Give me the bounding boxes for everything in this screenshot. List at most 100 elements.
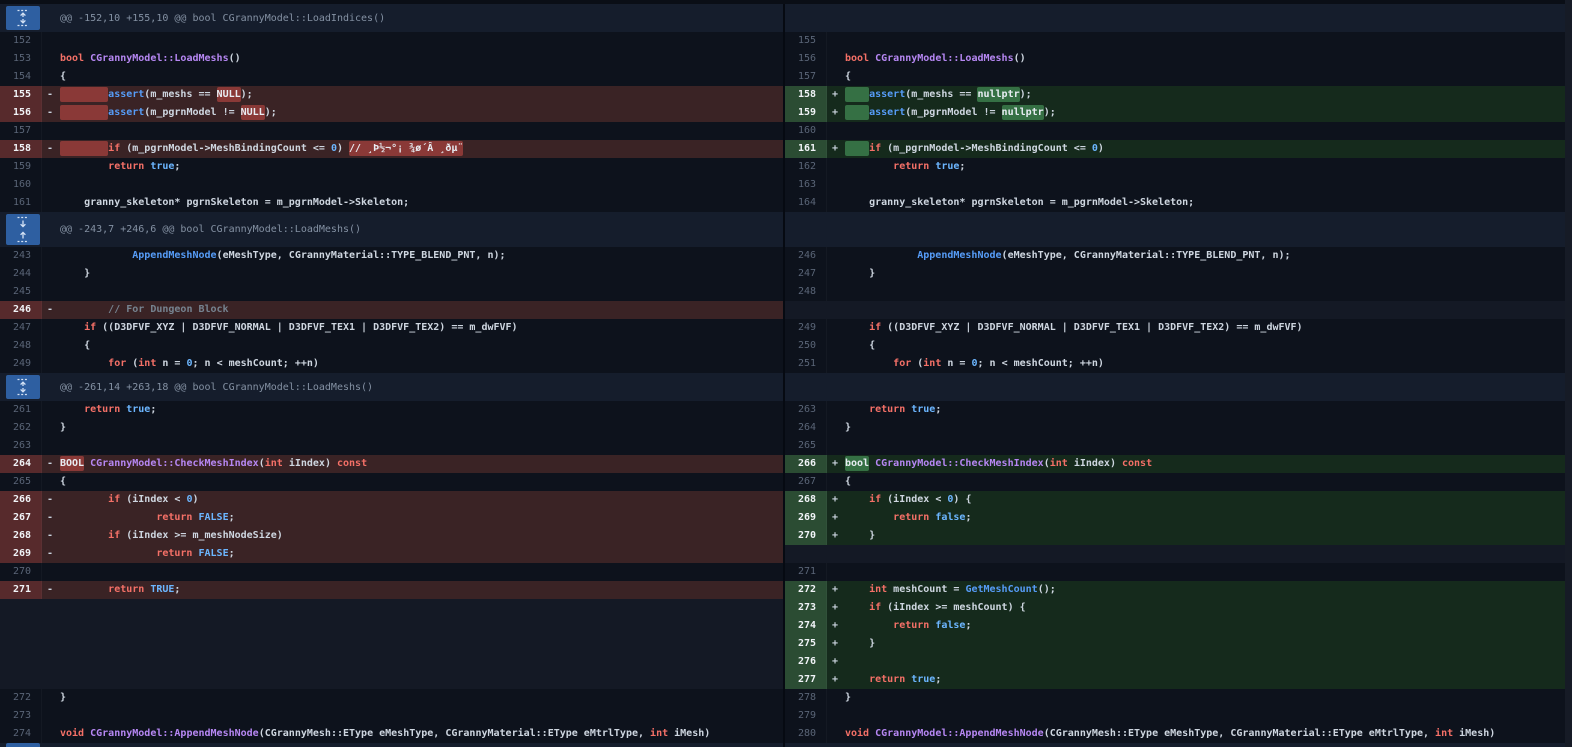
line-number[interactable]: 278 — [785, 689, 827, 707]
line-number[interactable]: 266 — [785, 455, 827, 473]
line-number[interactable]: 153 — [0, 50, 42, 68]
line-number[interactable]: 264 — [785, 419, 827, 437]
expand-up-down-icon — [17, 378, 29, 396]
marker — [42, 419, 60, 437]
line-number[interactable]: 162 — [785, 158, 827, 176]
diff-row-old: 270 — [0, 563, 783, 581]
line-number[interactable]: 159 — [785, 104, 827, 122]
line-number[interactable]: 274 — [785, 617, 827, 635]
line-number[interactable]: 272 — [0, 689, 42, 707]
expand-hunk-button[interactable] — [6, 743, 40, 747]
diff-row-new: 272 + int meshCount = GetMeshCount(); — [785, 581, 1572, 599]
addition-marker: + — [827, 104, 845, 122]
line-number[interactable]: 158 — [785, 86, 827, 104]
line-number[interactable]: 163 — [785, 176, 827, 194]
line-number[interactable]: 268 — [785, 491, 827, 509]
diff-row-new: 266 + bool CGrannyModel::CheckMeshIndex(in… — [785, 455, 1572, 473]
line-number[interactable]: 267 — [785, 473, 827, 491]
line-number[interactable]: 263 — [0, 437, 42, 455]
marker — [827, 50, 845, 68]
diff-row-new: 280 void CGrannyModel::AppendMeshNode(CGr… — [785, 725, 1572, 743]
line-number[interactable]: 159 — [0, 158, 42, 176]
marker — [42, 122, 60, 140]
line-number[interactable]: 280 — [785, 725, 827, 743]
line-number[interactable]: 251 — [785, 355, 827, 373]
scrollbar-track[interactable] — [1565, 0, 1572, 747]
code-line: for (int n = 0; n < meshCount; ++n) — [893, 358, 1104, 369]
expand-hunk-button[interactable] — [6, 6, 40, 30]
line-number[interactable]: 157 — [785, 68, 827, 86]
line-number[interactable]: 245 — [0, 283, 42, 301]
line-number[interactable]: 154 — [0, 68, 42, 86]
line-number[interactable]: 243 — [0, 247, 42, 265]
line-number[interactable]: 279 — [785, 707, 827, 725]
deletion-marker: - — [42, 140, 60, 158]
line-number[interactable]: 273 — [785, 599, 827, 617]
line-number[interactable]: 270 — [785, 527, 827, 545]
line-number[interactable]: 264 — [0, 455, 42, 473]
line-number[interactable]: 249 — [0, 355, 42, 373]
line-number[interactable]: 250 — [785, 337, 827, 355]
expand-hunk-button[interactable] — [6, 375, 40, 399]
line-number[interactable]: 249 — [785, 319, 827, 337]
diff-row-new: 279 — [785, 707, 1572, 725]
diff-row-old: 274 void CGrannyModel::AppendMeshNode(CGr… — [0, 725, 783, 743]
line-number[interactable]: 155 — [0, 86, 42, 104]
line-number[interactable]: 160 — [785, 122, 827, 140]
diff-row-old: 159 return true; — [0, 158, 783, 176]
line-number[interactable]: 268 — [0, 527, 42, 545]
diff-row-old: 263 — [0, 437, 783, 455]
line-number[interactable]: 156 — [0, 104, 42, 122]
line-number[interactable]: 273 — [0, 707, 42, 725]
line-number[interactable]: 276 — [785, 653, 827, 671]
line-number[interactable]: 267 — [0, 509, 42, 527]
line-number[interactable]: 274 — [0, 725, 42, 743]
code-line: if (m_pgrnModel->MeshBindingCount <= 0) — [845, 140, 1572, 158]
expand-hunk-button[interactable] — [6, 214, 40, 245]
line-number[interactable]: 164 — [785, 194, 827, 212]
line-number[interactable]: 158 — [0, 140, 42, 158]
line-number[interactable]: 265 — [785, 437, 827, 455]
line-number[interactable]: 266 — [0, 491, 42, 509]
line-number[interactable]: 246 — [785, 247, 827, 265]
line-number[interactable]: 271 — [0, 581, 42, 599]
line-number[interactable]: 269 — [0, 545, 42, 563]
line-number — [785, 545, 827, 563]
code-line: void CGrannyModel::AppendMeshNode(CGrann… — [845, 728, 1496, 739]
code-line: { — [60, 476, 67, 487]
line-number[interactable]: 155 — [785, 32, 827, 50]
marker — [42, 725, 60, 743]
diff-row-old: 262} — [0, 419, 783, 437]
line-number[interactable]: 160 — [0, 176, 42, 194]
line-number[interactable]: 244 — [0, 265, 42, 283]
marker — [827, 545, 845, 563]
line-number[interactable]: 247 — [0, 319, 42, 337]
diff-row-old: 160 — [0, 176, 783, 194]
line-number[interactable]: 261 — [0, 401, 42, 419]
line-number[interactable]: 272 — [785, 581, 827, 599]
line-number[interactable]: 161 — [785, 140, 827, 158]
line-number[interactable]: 263 — [785, 401, 827, 419]
line-number[interactable]: 277 — [785, 671, 827, 689]
line-number[interactable]: 271 — [785, 563, 827, 581]
line-number[interactable]: 161 — [0, 194, 42, 212]
line-number[interactable]: 157 — [0, 122, 42, 140]
line-number[interactable]: 270 — [0, 563, 42, 581]
line-number[interactable]: 248 — [0, 337, 42, 355]
code-line — [60, 635, 783, 653]
diff-row-old: 246- // For Dungeon Block — [0, 301, 783, 319]
line-number[interactable]: 269 — [785, 509, 827, 527]
addition-marker: + — [827, 491, 845, 509]
line-number[interactable]: 262 — [0, 419, 42, 437]
addition-marker: + — [827, 653, 845, 671]
line-number[interactable]: 246 — [0, 301, 42, 319]
line-number[interactable]: 275 — [785, 635, 827, 653]
marker — [42, 563, 60, 581]
line-number[interactable]: 152 — [0, 32, 42, 50]
line-number[interactable]: 248 — [785, 283, 827, 301]
line-number[interactable]: 247 — [785, 265, 827, 283]
line-number[interactable]: 156 — [785, 50, 827, 68]
marker — [827, 283, 845, 301]
diff-row-new: 247 } — [785, 265, 1572, 283]
line-number[interactable]: 265 — [0, 473, 42, 491]
